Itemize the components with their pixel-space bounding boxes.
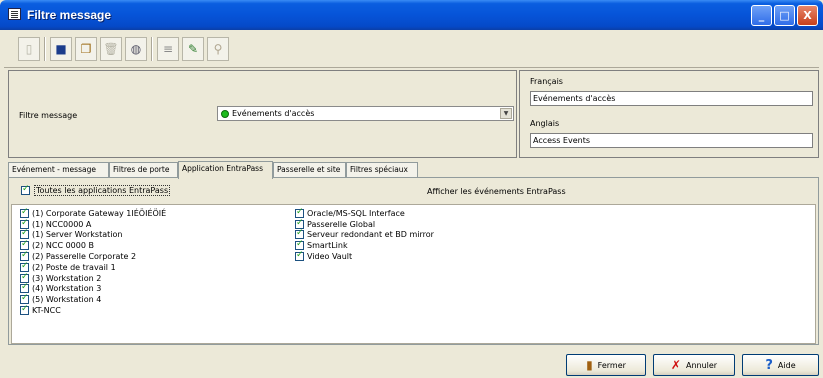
checkbox-icon[interactable] [20,272,29,283]
tab-filtres-de-porte[interactable]: Filtres de porte [109,162,178,178]
checkbox-icon[interactable] [20,207,29,218]
applications-column-right: Oracle/MS-SQL InterfacePasserelle Global… [295,207,434,262]
cancel-x-icon: ✗ [670,358,681,372]
list-item-label: (1) Corporate Gateway 1IÉÖIÉÖIÉ [32,208,167,218]
english-label: Anglais [530,119,560,128]
help-icon: ? [765,357,773,373]
list-item[interactable]: KT-NCC [20,304,166,316]
checkbox-icon[interactable] [20,228,29,240]
checkbox-icon[interactable] [295,239,304,251]
cancel-button-label: Annuler [685,360,718,370]
find-icon[interactable]: ⚲ [207,37,229,61]
close-window-button[interactable]: X [797,5,818,26]
dialog-buttons: ▮ Fermer ✗ Annuler ? Aide [0,348,823,378]
french-label: Français [530,77,563,86]
checkbox-icon[interactable] [20,282,29,294]
toolbar: ▯ ■ ❐ 🗑 ◍ ≡ ✎ ⚲ [4,30,819,68]
cancel-button[interactable]: ✗ Annuler [653,354,735,376]
tab-application-entrapass[interactable]: Application EntraPass [178,161,273,179]
print-icon[interactable]: ◍ [125,37,147,61]
checkbox-icon[interactable] [295,228,304,240]
tab-evenement-message[interactable]: Evénement - message [8,162,109,178]
list-item[interactable]: (1) NCC0000 A [20,218,166,230]
tab-filtres-speciaux[interactable]: Filtres spéciaux [346,162,418,178]
list-item[interactable]: (1) Corporate Gateway 1IÉÖIÉÖIÉ [20,207,167,219]
status-dot-icon [221,110,229,118]
list-item[interactable]: (5) Workstation 4 [20,293,166,305]
list-item-label: (5) Workstation 4 [32,295,102,305]
checkbox-icon[interactable] [295,207,304,218]
show-events-label: Afficher les événements EntraPass [427,187,566,196]
filter-label: Filtre message [19,111,78,120]
all-apps-label: Toutes les applications EntraPass [34,185,171,196]
list-item-label: (2) Passerelle Corporate 2 [32,252,137,262]
window-app-icon [8,8,21,20]
close-button[interactable]: ▮ Fermer [566,354,646,376]
help-button[interactable]: ? Aide [742,354,819,376]
list-item[interactable]: (2) Poste de travail 1 [20,261,166,273]
tab-passerelle-et-site[interactable]: Passerelle et site [273,162,346,178]
list-item[interactable]: Serveur redondant et BD mirror [295,228,434,241]
checkbox-icon[interactable] [20,304,29,316]
checkbox-icon[interactable] [20,218,29,229]
help-button-label: Aide [777,360,796,370]
checkbox-icon[interactable] [21,184,30,195]
checkbox-icon[interactable] [20,250,29,262]
close-button-label: Fermer [597,360,626,370]
list-item-label: Video Vault [307,252,353,262]
list-item[interactable]: Oracle/MS-SQL Interface [295,207,434,219]
toolbar-separator [44,37,46,61]
window-controls: _ □ X [751,5,818,26]
door-icon: ▮ [586,358,593,372]
list-item-label: (2) Poste de travail 1 [32,262,116,272]
chevron-down-icon[interactable]: ▼ [500,108,512,119]
list-item-label: (1) NCC0000 A [32,219,92,229]
copy-icon[interactable]: ❐ [75,37,97,61]
maximize-button[interactable]: □ [774,5,795,26]
french-field[interactable]: Evénements d'accès [530,91,813,106]
list-item-label: SmartLink [307,241,348,251]
list-item[interactable]: (1) Server Workstation [20,228,166,241]
list-item-label: (4) Workstation 3 [32,284,102,294]
list-item[interactable]: (2) NCC 0000 B [20,239,166,251]
language-panel: Français Evénements d'accès Anglais Acce… [519,70,819,158]
checkbox-icon[interactable] [20,293,29,305]
panel-header: Toutes les applications EntraPass Affich… [9,178,818,204]
brush-icon[interactable]: ✎ [182,37,204,61]
new-icon[interactable]: ▯ [18,37,40,61]
delete-icon[interactable]: 🗑 [100,37,122,61]
save-icon[interactable]: ■ [50,37,72,61]
checkbox-icon[interactable] [20,261,29,272]
toolbar-separator [151,37,153,61]
list-item-label: KT-NCC [32,306,61,316]
applications-column-left: (1) Corporate Gateway 1IÉÖIÉÖIÉ(1) NCC00… [20,207,167,316]
title-bar[interactable]: Filtre message _ □ X [0,0,823,30]
application-entrapass-panel: Toutes les applications EntraPass Affich… [8,177,819,345]
filter-select[interactable]: Evénements d'accès ▼ [217,106,514,121]
list-item[interactable]: SmartLink [295,239,434,251]
english-field[interactable]: Access Events [530,133,813,148]
list-item-label: Passerelle Global [307,219,376,229]
list-item-label: Serveur redondant et BD mirror [307,230,434,240]
window-title: Filtre message [27,8,112,22]
list-item-label: (2) NCC 0000 B [32,241,94,251]
list-item[interactable]: (2) Passerelle Corporate 2 [20,250,166,262]
list-item[interactable]: Video Vault [295,250,434,262]
checkbox-icon[interactable] [295,250,304,262]
list-item[interactable]: (3) Workstation 2 [20,272,166,284]
checkbox-icon[interactable] [295,218,304,229]
applications-list: (1) Corporate Gateway 1IÉÖIÉÖIÉ(1) NCC00… [11,204,816,344]
filter-select-value: Evénements d'accès [232,109,315,118]
all-apps-checkbox[interactable]: Toutes les applications EntraPass [21,184,171,196]
list-item-label: (3) Workstation 2 [32,273,102,283]
list-item-label: Oracle/MS-SQL Interface [307,208,405,218]
checkbox-icon[interactable] [20,239,29,251]
filter-panel: Filtre message Evénements d'accès ▼ [8,70,517,158]
list-icon[interactable]: ≡ [157,37,179,61]
list-item-label: (1) Server Workstation [32,230,123,240]
list-item[interactable]: Passerelle Global [295,218,434,230]
list-item[interactable]: (4) Workstation 3 [20,282,166,295]
minimize-button[interactable]: _ [751,5,772,26]
